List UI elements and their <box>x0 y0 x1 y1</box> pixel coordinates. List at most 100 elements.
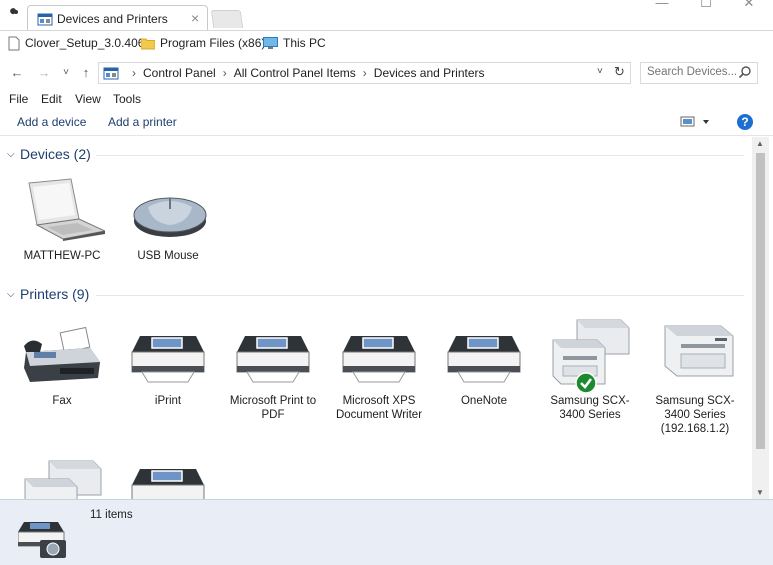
printer-label: Microsoft Print to PDF <box>229 395 317 421</box>
close-button[interactable]: ✕ <box>726 0 772 14</box>
printer-item-print-to-pdf[interactable]: Microsoft Print to PDF <box>228 322 318 422</box>
mouse-icon <box>133 197 207 237</box>
add-printer-button[interactable]: Add a printer <box>108 115 177 129</box>
printer-icon <box>342 336 416 383</box>
printer-item-onenote[interactable]: OneNote <box>439 322 529 408</box>
forward-button[interactable]: → <box>36 65 52 81</box>
recent-locations-button[interactable]: ˅ <box>58 65 74 81</box>
printer-item-fax[interactable]: Fax <box>17 322 107 408</box>
group-header-printers[interactable]: ⌵ Printers (9) <box>0 285 752 305</box>
new-tab-button[interactable] <box>210 10 244 28</box>
bookmarks-bar: Clover_Setup_3.0.406 Program Files (x86)… <box>0 30 773 54</box>
printer-icon <box>131 336 205 383</box>
breadcrumb-all-items[interactable]: All Control Panel Items <box>234 66 356 80</box>
back-button[interactable]: ← <box>9 65 25 81</box>
tab-close-icon[interactable]: × <box>191 10 199 26</box>
collapse-chevron-icon[interactable]: ⌵ <box>7 149 15 160</box>
breadcrumb-control-panel[interactable]: Control Panel <box>143 66 216 80</box>
scroll-thumb[interactable] <box>756 153 765 449</box>
title-bar: Devices and Printers × — ☐ ✕ <box>0 0 773 31</box>
address-bar-row: ← → ˅ ↑ › Control Panel › All Control Pa… <box>0 58 773 88</box>
group-title: Devices (2) <box>20 146 91 162</box>
device-item[interactable]: MATTHEW-PC <box>17 177 107 263</box>
maximize-button[interactable]: ☐ <box>683 0 729 14</box>
mfp-printer-icon <box>664 325 734 377</box>
printer-thumb <box>123 455 213 499</box>
device-item[interactable]: USB Mouse <box>123 177 213 263</box>
breadcrumb-separator: › <box>222 66 227 80</box>
file-icon <box>8 36 20 50</box>
collapse-chevron-icon[interactable]: ⌵ <box>7 289 15 300</box>
bookmark-label: This PC <box>283 36 326 50</box>
group-divider <box>96 155 744 156</box>
menu-edit[interactable]: Edit <box>41 92 62 106</box>
printer-label: Microsoft XPS Document Writer <box>335 395 423 421</box>
laptop-icon <box>28 178 105 241</box>
search-icon[interactable] <box>738 65 752 79</box>
address-field[interactable]: › Control Panel › All Control Panel Item… <box>98 62 631 84</box>
printer-item-partial[interactable] <box>17 455 107 499</box>
default-printer-check-icon <box>575 372 597 394</box>
devices-and-printers-icon <box>18 522 66 558</box>
printer-label: Samsung SCX-3400 Series <box>550 395 630 421</box>
up-button[interactable]: ↑ <box>78 65 94 81</box>
address-dropdown-icon[interactable]: ˅ <box>597 66 603 77</box>
menu-file[interactable]: File <box>9 92 28 106</box>
help-button[interactable]: ? <box>737 114 753 130</box>
menu-bar: File Edit View Tools <box>0 90 773 108</box>
group-header-devices[interactable]: ⌵ Devices (2) <box>0 145 752 165</box>
search-input[interactable] <box>647 66 737 78</box>
printer-label: OneNote <box>460 395 508 407</box>
printer-icon <box>131 469 205 499</box>
printer-item-samsung-network[interactable]: Samsung SCX-3400 Series (192.168.1.2) <box>650 322 740 436</box>
device-thumb <box>17 177 107 247</box>
add-device-button[interactable]: Add a device <box>17 115 86 129</box>
menu-tools[interactable]: Tools <box>113 92 141 106</box>
refresh-icon[interactable]: ↻ <box>614 64 625 80</box>
printer-label: Fax <box>52 395 72 407</box>
change-view-icon[interactable] <box>680 116 712 128</box>
bookmark-this-pc[interactable]: This PC <box>263 35 326 51</box>
bookmark-clover-setup[interactable]: Clover_Setup_3.0.406 <box>8 35 144 51</box>
printer-thumb <box>228 322 318 392</box>
item-count: 11 items <box>90 509 133 521</box>
command-bar: Add a device Add a printer ? <box>0 110 773 136</box>
monitor-icon <box>263 36 278 49</box>
scroll-up-icon[interactable]: ▲ <box>756 139 764 148</box>
printer-thumb <box>650 322 740 392</box>
printer-label: iPrint <box>154 395 182 407</box>
fax-icon <box>24 326 100 382</box>
wrench-icon[interactable] <box>6 8 20 22</box>
scroll-down-icon[interactable]: ▼ <box>756 488 764 497</box>
printer-thumb <box>17 455 107 499</box>
bookmark-program-files[interactable]: Program Files (x86) <box>141 35 265 51</box>
mfp-printer-icon <box>24 460 102 499</box>
folder-icon <box>141 38 155 49</box>
tab-title: Devices and Printers <box>57 12 168 26</box>
printer-item-samsung[interactable]: Samsung SCX-3400 Series <box>545 319 635 422</box>
menu-view[interactable]: View <box>75 92 101 106</box>
breadcrumb-devices-printers[interactable]: Devices and Printers <box>374 66 485 80</box>
group-divider <box>96 295 744 296</box>
printer-item-iprint[interactable]: iPrint <box>123 322 213 408</box>
search-field[interactable] <box>640 62 758 84</box>
breadcrumb-separator: › <box>132 66 136 80</box>
printer-icon <box>236 336 310 383</box>
bookmark-label: Clover_Setup_3.0.406 <box>25 36 145 50</box>
printer-thumb <box>123 322 213 392</box>
control-panel-icon <box>37 13 53 26</box>
minimize-button[interactable]: — <box>639 0 685 14</box>
content-area: ⌵ Devices (2) MATTHEW-PC USB Mouse ⌵ Pri… <box>0 137 752 499</box>
breadcrumb: › Control Panel › All Control Panel Item… <box>125 66 485 80</box>
control-panel-icon <box>103 67 119 80</box>
printer-item-xps-writer[interactable]: Microsoft XPS Document Writer <box>334 322 424 422</box>
device-thumb <box>123 177 213 247</box>
printer-thumb <box>17 322 107 392</box>
details-pane: 11 items <box>0 499 773 565</box>
printer-item-partial[interactable] <box>123 455 213 499</box>
tab-devices-and-printers[interactable]: Devices and Printers × <box>27 5 208 31</box>
group-title: Printers (9) <box>20 286 90 302</box>
printer-icon <box>447 336 521 383</box>
printer-thumb <box>545 319 635 394</box>
vertical-scrollbar[interactable]: ▲ ▼ <box>752 137 769 499</box>
